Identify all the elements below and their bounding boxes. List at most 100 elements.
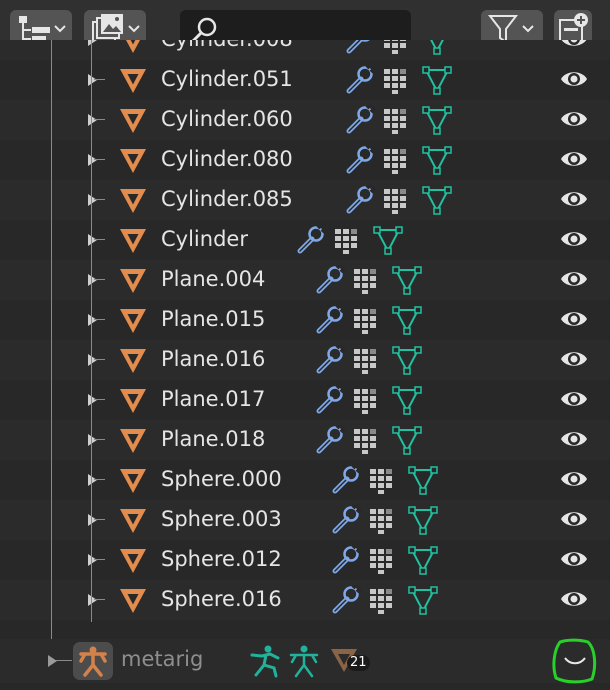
mesh-data-icon bbox=[392, 426, 422, 455]
eye-icon[interactable] bbox=[560, 547, 588, 571]
row-data-icons bbox=[346, 40, 444, 55]
mesh-data-icon bbox=[430, 40, 444, 55]
row-data-icons bbox=[332, 505, 438, 535]
wrench-icon bbox=[316, 425, 347, 454]
expand-arrow-icon[interactable] bbox=[88, 274, 97, 286]
wrench-icon bbox=[332, 465, 363, 494]
modifier-stack-icon bbox=[384, 189, 406, 214]
wrench-icon bbox=[316, 305, 347, 334]
eye-icon[interactable] bbox=[560, 187, 588, 211]
mesh-data-icon bbox=[408, 586, 438, 615]
eye-icon[interactable] bbox=[560, 427, 588, 451]
eye-icon[interactable] bbox=[560, 307, 588, 331]
eye-icon[interactable] bbox=[560, 267, 588, 291]
mesh-data-icon bbox=[392, 386, 422, 415]
expand-arrow-icon[interactable] bbox=[88, 394, 97, 406]
row-data-icons bbox=[316, 345, 422, 375]
mesh-data-icon bbox=[392, 266, 422, 295]
expand-arrow-icon[interactable] bbox=[88, 554, 97, 566]
tree-line bbox=[91, 40, 92, 622]
object-name: Plane.017 bbox=[161, 387, 266, 411]
expand-arrow-icon[interactable] bbox=[88, 314, 97, 326]
eye-icon[interactable] bbox=[560, 67, 588, 91]
mesh-object-icon bbox=[120, 509, 146, 533]
tree-line bbox=[94, 79, 105, 80]
armature-data-icon[interactable] bbox=[287, 643, 321, 679]
expand-arrow-icon[interactable] bbox=[88, 234, 97, 246]
eye-icon[interactable] bbox=[560, 107, 588, 131]
mesh-object-icon bbox=[120, 269, 146, 293]
mesh-object-icon bbox=[120, 389, 146, 413]
object-name: Cylinder.008 bbox=[161, 40, 293, 51]
mesh-data-icon bbox=[422, 66, 452, 95]
expand-arrow-icon[interactable] bbox=[88, 114, 97, 126]
modifier-stack-icon bbox=[354, 309, 376, 334]
expand-arrow-icon[interactable] bbox=[88, 74, 97, 86]
wrench-icon bbox=[332, 505, 363, 534]
tree-line bbox=[94, 159, 105, 160]
mesh-object-icon bbox=[125, 40, 141, 53]
eye-icon[interactable] bbox=[560, 587, 588, 611]
mesh-object-icon bbox=[120, 229, 146, 253]
wrench-icon bbox=[332, 545, 363, 574]
expand-arrow-icon[interactable] bbox=[88, 354, 97, 366]
tree-line bbox=[94, 479, 105, 480]
eye-icon[interactable] bbox=[560, 40, 588, 51]
expand-arrow-icon[interactable] bbox=[88, 194, 97, 206]
modifier-stack-icon bbox=[354, 389, 376, 414]
expand-arrow-icon[interactable] bbox=[88, 514, 97, 526]
mesh-data-icon bbox=[422, 106, 452, 135]
eye-icon[interactable] bbox=[560, 347, 588, 371]
wrench-icon bbox=[346, 105, 377, 134]
child-count-badge: 21 bbox=[347, 655, 370, 671]
expand-arrow-icon[interactable] bbox=[88, 594, 97, 606]
wrench-icon bbox=[332, 585, 363, 614]
expand-arrow-icon[interactable] bbox=[88, 474, 97, 486]
modifier-stack-icon bbox=[335, 229, 357, 254]
row-data-icons bbox=[332, 465, 438, 495]
row-data-icons bbox=[316, 385, 422, 415]
row-data-icons bbox=[332, 585, 438, 615]
eye-icon[interactable] bbox=[560, 507, 588, 531]
mesh-data-icon bbox=[408, 506, 438, 535]
tree-line bbox=[94, 279, 105, 280]
tree-line bbox=[94, 599, 105, 600]
object-name: Cylinder.051 bbox=[161, 67, 293, 91]
expand-arrow-icon[interactable] bbox=[88, 40, 97, 46]
mesh-object-icon bbox=[120, 309, 146, 333]
expand-arrow-icon[interactable] bbox=[88, 434, 97, 446]
row-data-icons bbox=[316, 265, 422, 295]
object-name: Plane.015 bbox=[161, 307, 266, 331]
modifier-stack-icon bbox=[370, 469, 392, 494]
pose-icon[interactable] bbox=[248, 643, 282, 679]
eye-icon[interactable] bbox=[560, 387, 588, 411]
object-name: Sphere.000 bbox=[161, 467, 282, 491]
metarig-label: metarig bbox=[121, 647, 204, 671]
tree-line bbox=[94, 519, 105, 520]
eye-icon[interactable] bbox=[560, 227, 588, 251]
armature-object-icon bbox=[73, 642, 113, 680]
wrench-icon bbox=[346, 185, 377, 214]
tree-line bbox=[56, 660, 72, 661]
row-data-icons bbox=[316, 305, 422, 335]
eye-icon[interactable] bbox=[560, 147, 588, 171]
expand-arrow-icon[interactable] bbox=[88, 154, 97, 166]
object-name: Cylinder.080 bbox=[161, 147, 293, 171]
mesh-data-icon bbox=[408, 546, 438, 575]
mesh-data-icon bbox=[373, 226, 403, 255]
row-data-icons bbox=[346, 65, 452, 95]
modifier-stack-icon bbox=[384, 40, 406, 54]
object-name: Sphere.003 bbox=[161, 507, 282, 531]
outliner-row-metarig[interactable]: metarig 21 bbox=[0, 639, 610, 683]
annotation-circle-icon bbox=[552, 638, 597, 684]
eye-icon[interactable] bbox=[560, 467, 588, 491]
modifier-stack-icon bbox=[370, 549, 392, 574]
mesh-data-icon bbox=[422, 146, 452, 175]
row-data-icons bbox=[332, 545, 438, 575]
chevron-down-icon bbox=[54, 25, 66, 33]
object-name: Plane.018 bbox=[161, 427, 266, 451]
expand-arrow-icon[interactable] bbox=[48, 655, 57, 667]
mesh-object-icon bbox=[120, 69, 146, 93]
mesh-object-icon bbox=[120, 469, 146, 493]
row-data-icons bbox=[346, 185, 452, 215]
